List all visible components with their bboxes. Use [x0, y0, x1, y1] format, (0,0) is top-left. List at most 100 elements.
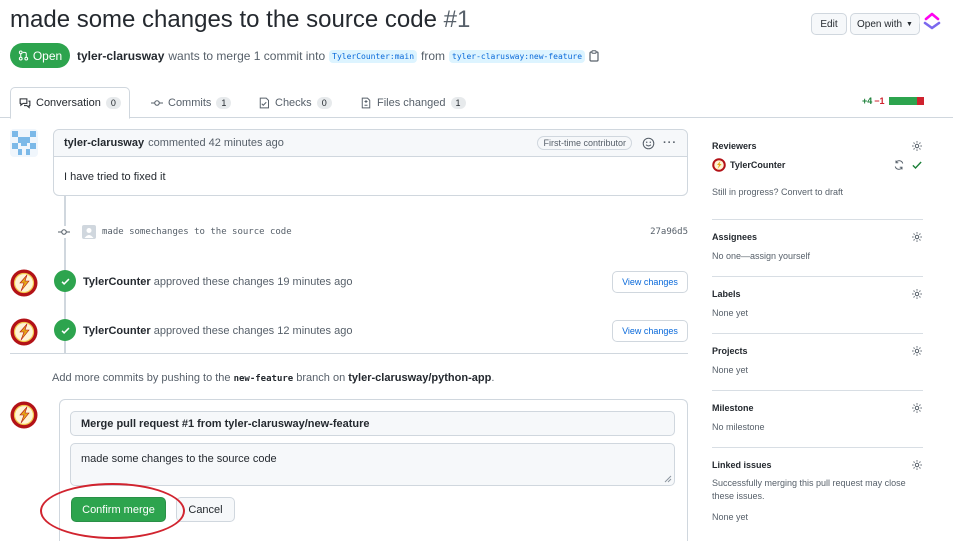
reviewer-avatar[interactable] — [10, 269, 38, 297]
tab-counter: 1 — [450, 96, 466, 109]
pr-tabs: Conversation 0 Commits 1 Checks 0 Files … — [0, 87, 953, 119]
checklist-icon — [259, 97, 269, 108]
review-text: approved these changes 19 minutes ago — [153, 276, 353, 288]
reviewer-avatar[interactable] — [10, 318, 38, 346]
comment-body: I have tried to fixed it — [64, 171, 166, 183]
hint-branch: new-feature — [233, 374, 294, 384]
hint-mid: branch on — [296, 372, 346, 384]
linked-issues-value: None yet — [712, 512, 749, 523]
sync-icon[interactable] — [893, 159, 905, 171]
resize-handle-icon[interactable] — [664, 475, 672, 483]
sidebar-projects: Projects None yet — [712, 345, 923, 391]
review-event: TylerCounter approved these changes 12 m… — [83, 325, 352, 337]
sidebar-heading[interactable]: Linked issues — [712, 460, 772, 470]
gear-icon[interactable] — [911, 288, 923, 300]
sidebar-heading[interactable]: Labels — [712, 289, 741, 299]
convert-to-draft-link[interactable]: Still in progress? Convert to draft — [712, 186, 923, 199]
reviewer-name[interactable]: TylerCounter — [83, 325, 151, 337]
file-diff-icon — [361, 97, 371, 108]
comment-author[interactable]: tyler-clarusway — [64, 137, 144, 149]
sidebar-assignees: Assignees No one—assign yourself — [712, 231, 923, 277]
merge-commit-title-input[interactable]: Merge pull request #1 from tyler-clarusw… — [70, 411, 675, 436]
git-commit-icon — [58, 226, 70, 238]
gear-icon[interactable] — [911, 231, 923, 243]
sidebar-reviewers: Reviewers TylerCounter Still in progress… — [712, 140, 923, 220]
hint-suffix: . — [491, 372, 495, 384]
comment-meta[interactable]: commented 42 minutes ago — [148, 137, 284, 149]
tab-files-changed[interactable]: Files changed 1 — [352, 87, 474, 118]
merge-message-text: made some changes to the source code — [81, 453, 277, 465]
commit-row: made somechanges to the source code 27a9… — [58, 223, 688, 241]
tab-conversation[interactable]: Conversation 0 — [10, 87, 130, 119]
open-with-button[interactable]: Open with ▼ — [850, 13, 920, 35]
avatar[interactable] — [10, 129, 38, 157]
highlight-annotation-ring — [40, 483, 185, 539]
reviewer-name[interactable]: TylerCounter — [83, 276, 151, 288]
tab-label: Checks — [275, 96, 312, 109]
gear-icon[interactable] — [911, 140, 923, 152]
pull-request-icon — [18, 50, 28, 61]
page-title: made some changes to the source code #1 — [10, 6, 470, 34]
comment-discussion-icon — [19, 98, 31, 109]
gear-icon[interactable] — [911, 345, 923, 357]
hint-repo-link[interactable]: tyler-clarusway/python-app — [348, 372, 491, 384]
labels-value: None yet — [712, 308, 749, 318]
head-branch[interactable]: tyler-clarusway:new-feature — [449, 49, 586, 63]
merge-commit-message-textarea[interactable]: made some changes to the source code — [70, 443, 675, 486]
tab-checks[interactable]: Checks 0 — [250, 87, 340, 118]
check-icon — [54, 270, 76, 292]
assign-yourself-link[interactable]: No one—assign yourself — [712, 250, 923, 263]
pr-number: #1 — [443, 6, 471, 33]
diff-deletions: −1 — [874, 96, 885, 106]
smiley-icon[interactable] — [642, 137, 655, 150]
sidebar-heading[interactable]: Assignees — [712, 232, 757, 242]
current-user-avatar[interactable] — [10, 401, 38, 429]
view-changes-button[interactable]: View changes — [612, 320, 688, 342]
commit-sha[interactable]: 27a96d5 — [650, 227, 688, 237]
sidebar-heading[interactable]: Milestone — [712, 403, 754, 413]
kebab-menu-icon[interactable]: ··· — [663, 137, 677, 149]
gear-icon[interactable] — [911, 459, 923, 471]
sidebar-labels: Labels None yet — [712, 288, 923, 334]
pr-state-label: Open — [32, 48, 63, 63]
diffstat-bar — [888, 97, 924, 105]
edit-button[interactable]: Edit — [811, 13, 847, 35]
pr-author[interactable]: tyler-clarusway — [77, 49, 164, 63]
merge-text: wants to merge 1 commit into — [168, 49, 326, 63]
check-icon — [54, 319, 76, 341]
contributor-badge: First-time contributor — [537, 136, 632, 150]
gear-icon[interactable] — [911, 402, 923, 414]
sidebar-heading[interactable]: Projects — [712, 346, 748, 356]
commit-author-avatar[interactable] — [82, 225, 96, 239]
sidebar-reviewer-name[interactable]: TylerCounter — [730, 160, 785, 170]
hint-prefix: Add more commits by pushing to the — [52, 372, 231, 384]
reviewer-avatar[interactable] — [712, 158, 726, 172]
tab-commits[interactable]: Commits 1 — [143, 87, 239, 118]
clickup-logo-icon[interactable] — [919, 8, 945, 34]
sidebar-heading[interactable]: Reviewers — [712, 141, 757, 151]
tab-label: Files changed — [377, 96, 446, 109]
from-text: from — [421, 49, 446, 63]
view-changes-button[interactable]: View changes — [612, 271, 688, 293]
push-hint: Add more commits by pushing to the new-f… — [52, 372, 494, 384]
diff-additions: +4 — [862, 96, 873, 106]
tab-counter: 0 — [316, 96, 332, 109]
open-with-label: Open with — [857, 18, 903, 30]
tab-counter: 0 — [105, 97, 121, 109]
milestone-value: No milestone — [712, 422, 765, 432]
approved-check-icon — [912, 161, 922, 169]
diffstat: +4 −1 — [862, 96, 924, 106]
sidebar-milestone: Milestone No milestone — [712, 402, 923, 448]
tab-counter: 1 — [216, 96, 232, 109]
tab-label: Commits — [168, 96, 212, 109]
review-event: TylerCounter approved these changes 19 m… — [83, 276, 352, 288]
tab-label: Conversation — [36, 97, 101, 109]
linked-issues-description: Successfully merging this pull request m… — [712, 478, 906, 501]
commit-message[interactable]: made somechanges to the source code — [102, 227, 292, 237]
triangle-down-icon: ▼ — [906, 20, 913, 28]
timeline-divider — [10, 353, 688, 354]
pr-state-badge: Open — [10, 43, 70, 68]
comment-header: tyler-clarusway commented 42 minutes ago… — [54, 130, 687, 157]
copy-icon[interactable] — [589, 50, 599, 62]
base-branch[interactable]: TylerCounter:main — [329, 49, 418, 63]
